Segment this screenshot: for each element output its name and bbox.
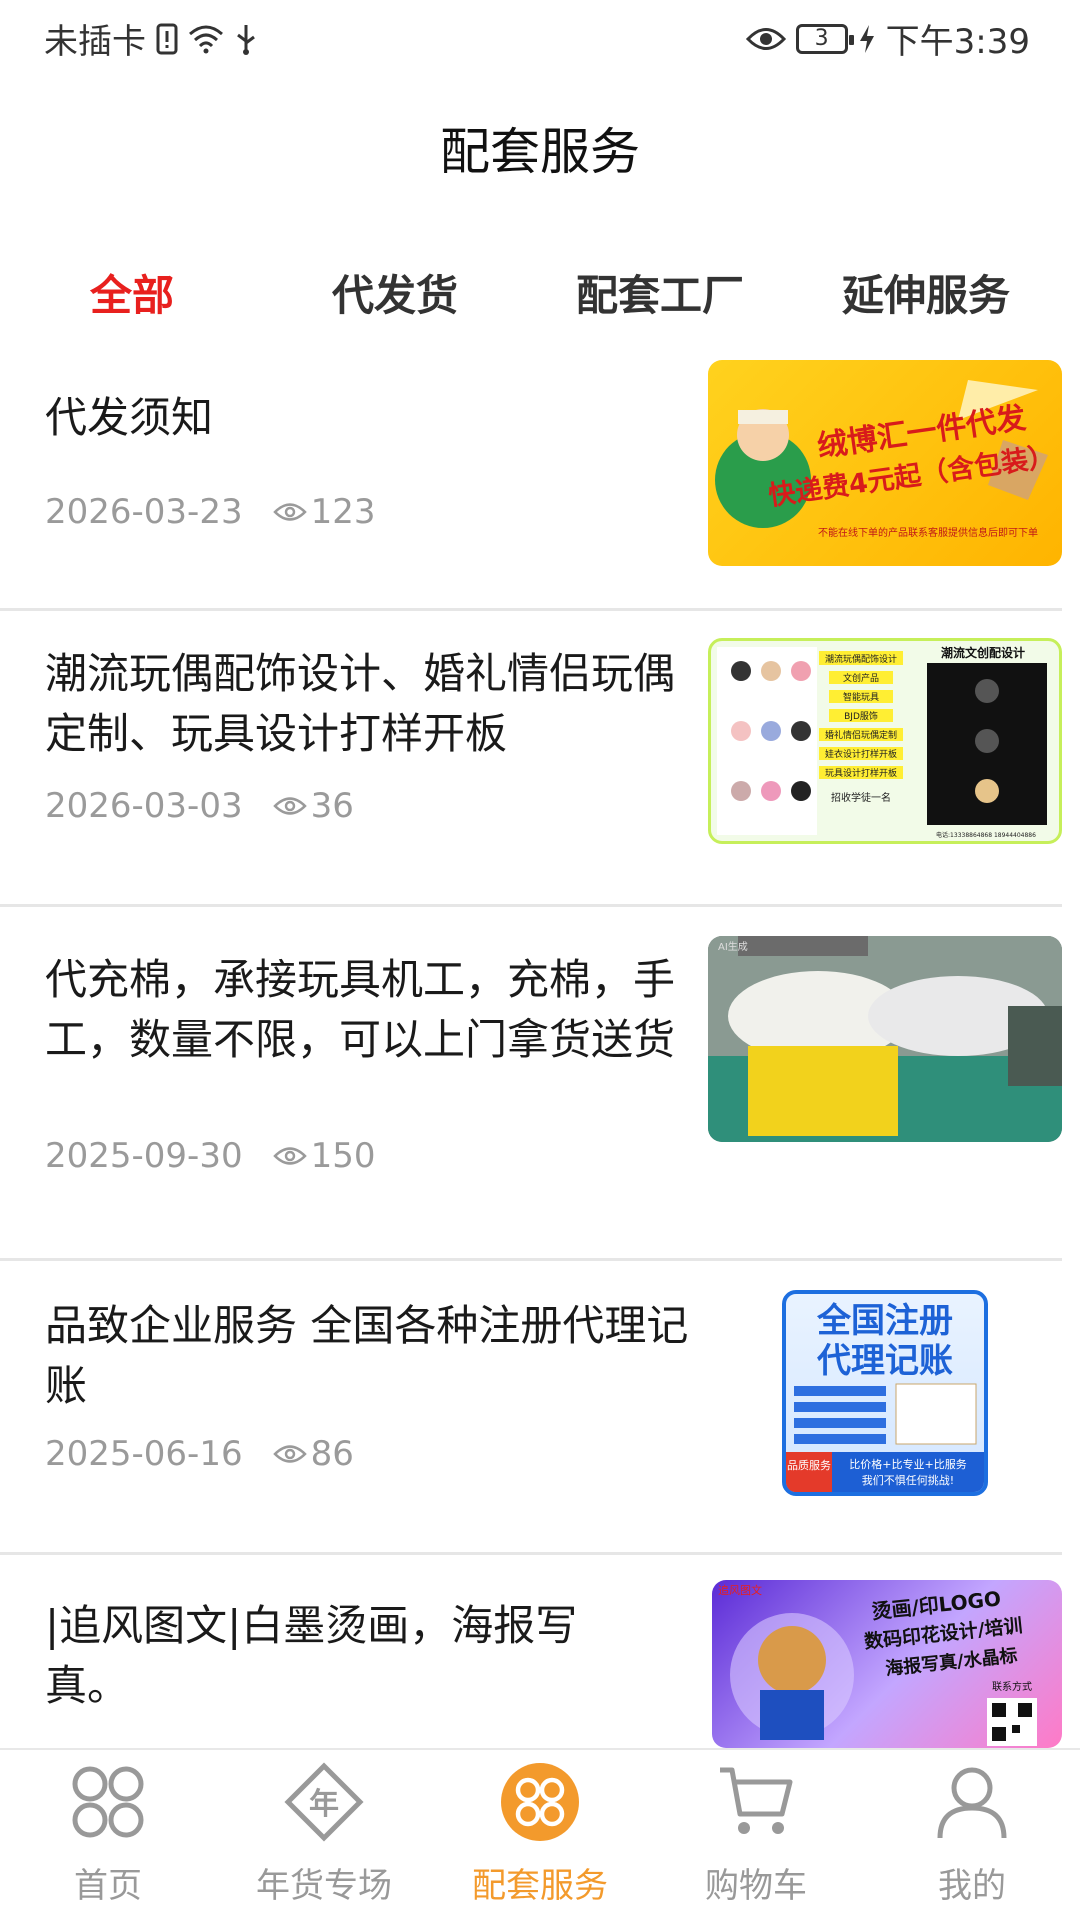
tab-dropship[interactable]: 代发货 bbox=[332, 262, 458, 323]
service-icon bbox=[500, 1762, 580, 1842]
page-title: 配套服务 bbox=[440, 123, 640, 181]
list-item[interactable]: 品致企业服务 全国各种注册代理记账 2025-06-16 86 全国注册 代理记… bbox=[0, 1258, 1062, 1555]
svg-text:BJD服饰: BJD服饰 bbox=[844, 710, 878, 722]
item-date: 2026-03-23 bbox=[45, 492, 243, 532]
svg-text:海报写真/水晶标: 海报写真/水晶标 bbox=[884, 1644, 1018, 1680]
item-thumbnail: 全国注册 代理记账 品质服务 比价格+比专业+比服务 我们不惧任何挑战! bbox=[782, 1290, 988, 1496]
item-views: 123 bbox=[310, 492, 376, 532]
svg-text:潮流文创配设计: 潮流文创配设计 bbox=[941, 645, 1025, 660]
nav-label: 配套服务 bbox=[472, 1866, 608, 1906]
wifi-icon bbox=[188, 24, 224, 54]
charging-icon bbox=[858, 24, 876, 54]
svg-text:文创产品: 文创产品 bbox=[843, 672, 879, 684]
nav-label: 年货专场 bbox=[256, 1866, 392, 1906]
svg-text:全国注册: 全国注册 bbox=[816, 1301, 953, 1341]
tab-all[interactable]: 全部 bbox=[90, 262, 174, 323]
svg-text:智能玩具: 智能玩具 bbox=[843, 691, 879, 703]
views-icon bbox=[272, 795, 307, 817]
svg-text:娃衣设计打样开板: 娃衣设计打样开板 bbox=[825, 748, 897, 760]
cart-icon bbox=[716, 1762, 796, 1842]
battery-icon: 3 bbox=[795, 23, 854, 54]
item-title: 代充棉，承接玩具机工，充棉，手工，数量不限，可以上门拿货送货 bbox=[45, 955, 676, 1064]
views-icon bbox=[272, 501, 307, 523]
nav-cart[interactable]: 购物车 bbox=[648, 1750, 864, 1922]
nav-home[interactable]: 首页 bbox=[0, 1750, 216, 1922]
item-date: 2026-03-03 bbox=[45, 786, 243, 826]
item-meta: 2026-03-03 36 bbox=[45, 786, 354, 826]
svg-text:追风图文: 追风图文 bbox=[718, 1583, 762, 1597]
views-icon bbox=[272, 1443, 307, 1465]
list-item[interactable]: 潮流玩偶配饰设计、婚礼情侣玩偶定制、玩具设计打样开板 2026-03-03 36… bbox=[0, 608, 1062, 907]
nav-label: 首页 bbox=[74, 1866, 142, 1906]
item-meta: 2025-09-30 150 bbox=[45, 1136, 376, 1176]
svg-text:联系方式: 联系方式 bbox=[992, 1680, 1032, 1693]
item-thumbnail: 绒博汇一件代发 快递费4元起（含包装） 不能在线下单的产品联系客服提供信息后即可… bbox=[708, 360, 1062, 566]
list-item[interactable]: 代充棉，承接玩具机工，充棉，手工，数量不限，可以上门拿货送货 2025-09-3… bbox=[0, 904, 1062, 1261]
item-date: 2025-06-16 bbox=[45, 1434, 243, 1474]
svg-text:招收学徒一名: 招收学徒一名 bbox=[831, 791, 891, 804]
new-year-icon: 年 bbox=[284, 1762, 364, 1842]
list-item[interactable]: 代发须知 2026-03-23 123 绒博汇一件代发 快递费4元起（含包装） … bbox=[0, 350, 1062, 611]
svg-text:电话:13338864868 18944404886: 电话:13338864868 18944404886 bbox=[936, 831, 1036, 839]
item-title: |追风图文|白墨烫画，海报写真。 bbox=[45, 1601, 578, 1710]
svg-text:婚礼情侣玩偶定制: 婚礼情侣玩偶定制 bbox=[825, 729, 897, 741]
nav-profile[interactable]: 我的 bbox=[864, 1750, 1080, 1922]
tab-factory[interactable]: 配套工厂 bbox=[576, 262, 744, 323]
item-meta: 2025-06-16 86 bbox=[45, 1434, 354, 1474]
item-views: 36 bbox=[310, 786, 354, 826]
tab-extended-service[interactable]: 延伸服务 bbox=[842, 262, 1010, 323]
nav-new-year[interactable]: 年 年货专场 bbox=[216, 1750, 432, 1922]
item-title: 代发须知 bbox=[45, 393, 214, 442]
eye-comfort-icon bbox=[745, 26, 786, 52]
nav-service[interactable]: 配套服务 bbox=[432, 1750, 648, 1922]
svg-text:品质服务: 品质服务 bbox=[787, 1459, 831, 1472]
profile-icon bbox=[932, 1762, 1012, 1842]
nav-label: 购物车 bbox=[705, 1866, 807, 1906]
svg-text:年: 年 bbox=[309, 1787, 339, 1822]
item-views: 150 bbox=[310, 1136, 376, 1176]
bottom-nav: 首页 年 年货专场 配套服务 购物车 我的 bbox=[0, 1748, 1080, 1922]
usb-icon bbox=[234, 23, 258, 55]
item-meta: 2026-03-23 123 bbox=[45, 492, 376, 532]
item-thumbnail: AI生成 bbox=[708, 936, 1062, 1142]
svg-text:比价格+比专业+比服务: 比价格+比专业+比服务 bbox=[849, 1457, 966, 1471]
item-thumbnail: 追风图文 烫画/印LOGO 数码印花设计/培训 海报写真/水晶标 联系方式 bbox=[712, 1580, 1062, 1748]
svg-text:AI生成: AI生成 bbox=[718, 940, 748, 953]
sim-alert-icon bbox=[156, 23, 178, 55]
views-icon bbox=[272, 1145, 307, 1167]
home-icon bbox=[68, 1762, 148, 1842]
category-tabs: 全部 代发货 配套工厂 延伸服务 bbox=[0, 262, 1080, 322]
svg-text:我们不惧任何挑战!: 我们不惧任何挑战! bbox=[862, 1473, 954, 1487]
svg-text:不能在线下单的产品联系客服提供信息后即可下单: 不能在线下单的产品联系客服提供信息后即可下单 bbox=[818, 526, 1038, 539]
item-thumbnail: 潮流玩偶配饰设计 文创产品 智能玩具 BJD服饰 婚礼情侣玩偶定制 娃衣设计打样… bbox=[708, 638, 1062, 844]
svg-text:潮流玩偶配饰设计: 潮流玩偶配饰设计 bbox=[825, 653, 897, 665]
svg-text:代理记账: 代理记账 bbox=[816, 1341, 953, 1381]
status-bar: 未插卡 3 下午3:39 bbox=[0, 0, 1080, 75]
item-date: 2025-09-30 bbox=[45, 1136, 243, 1176]
carrier-label: 未插卡 bbox=[44, 22, 146, 62]
nav-label: 我的 bbox=[938, 1866, 1006, 1906]
item-title: 品致企业服务 全国各种注册代理记账 bbox=[45, 1301, 689, 1410]
clock: 下午3:39 bbox=[885, 22, 1030, 62]
item-views: 86 bbox=[310, 1434, 354, 1474]
svg-text:玩具设计打样开板: 玩具设计打样开板 bbox=[825, 767, 897, 779]
item-title: 潮流玩偶配饰设计、婚礼情侣玩偶定制、玩具设计打样开板 bbox=[45, 649, 676, 758]
